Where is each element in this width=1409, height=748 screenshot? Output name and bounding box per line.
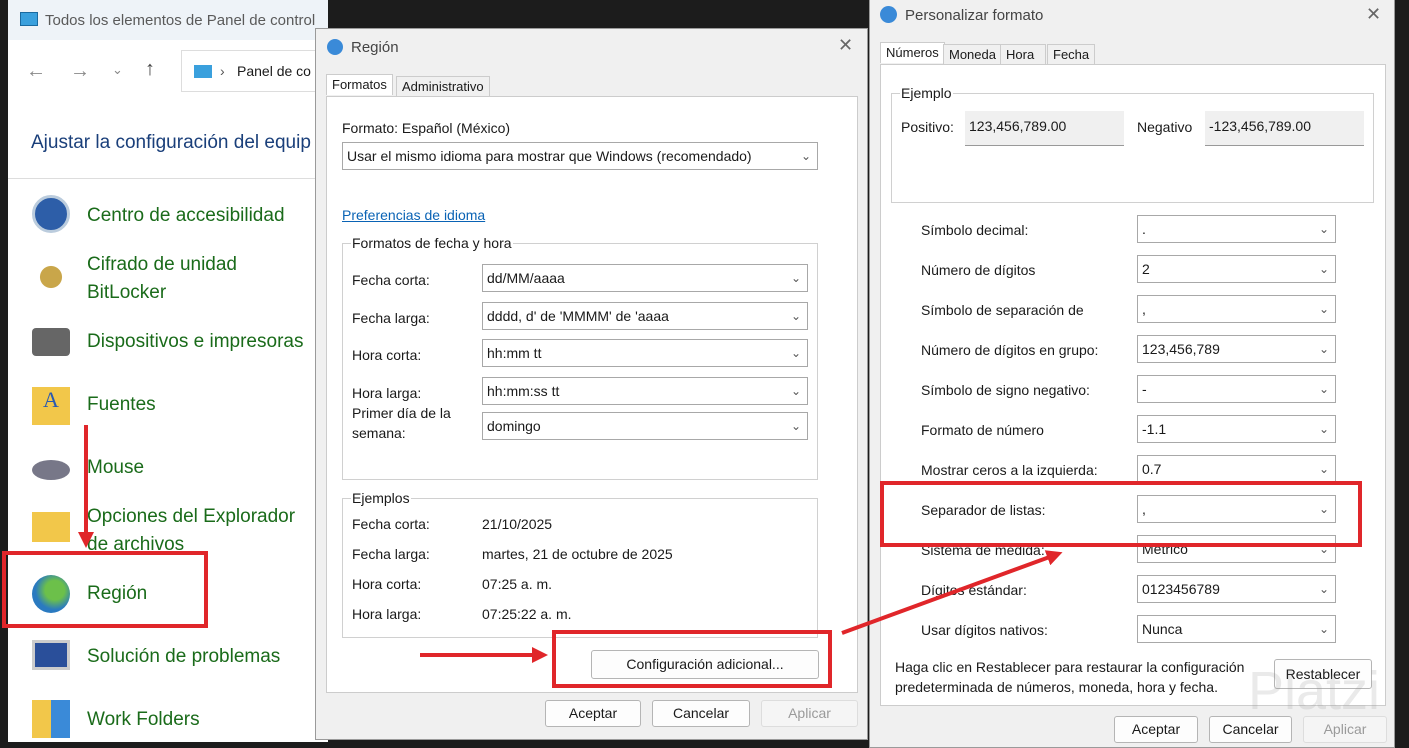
annotation-arrows [78,425,1063,663]
arrow-to-list-separator [841,550,1063,635]
